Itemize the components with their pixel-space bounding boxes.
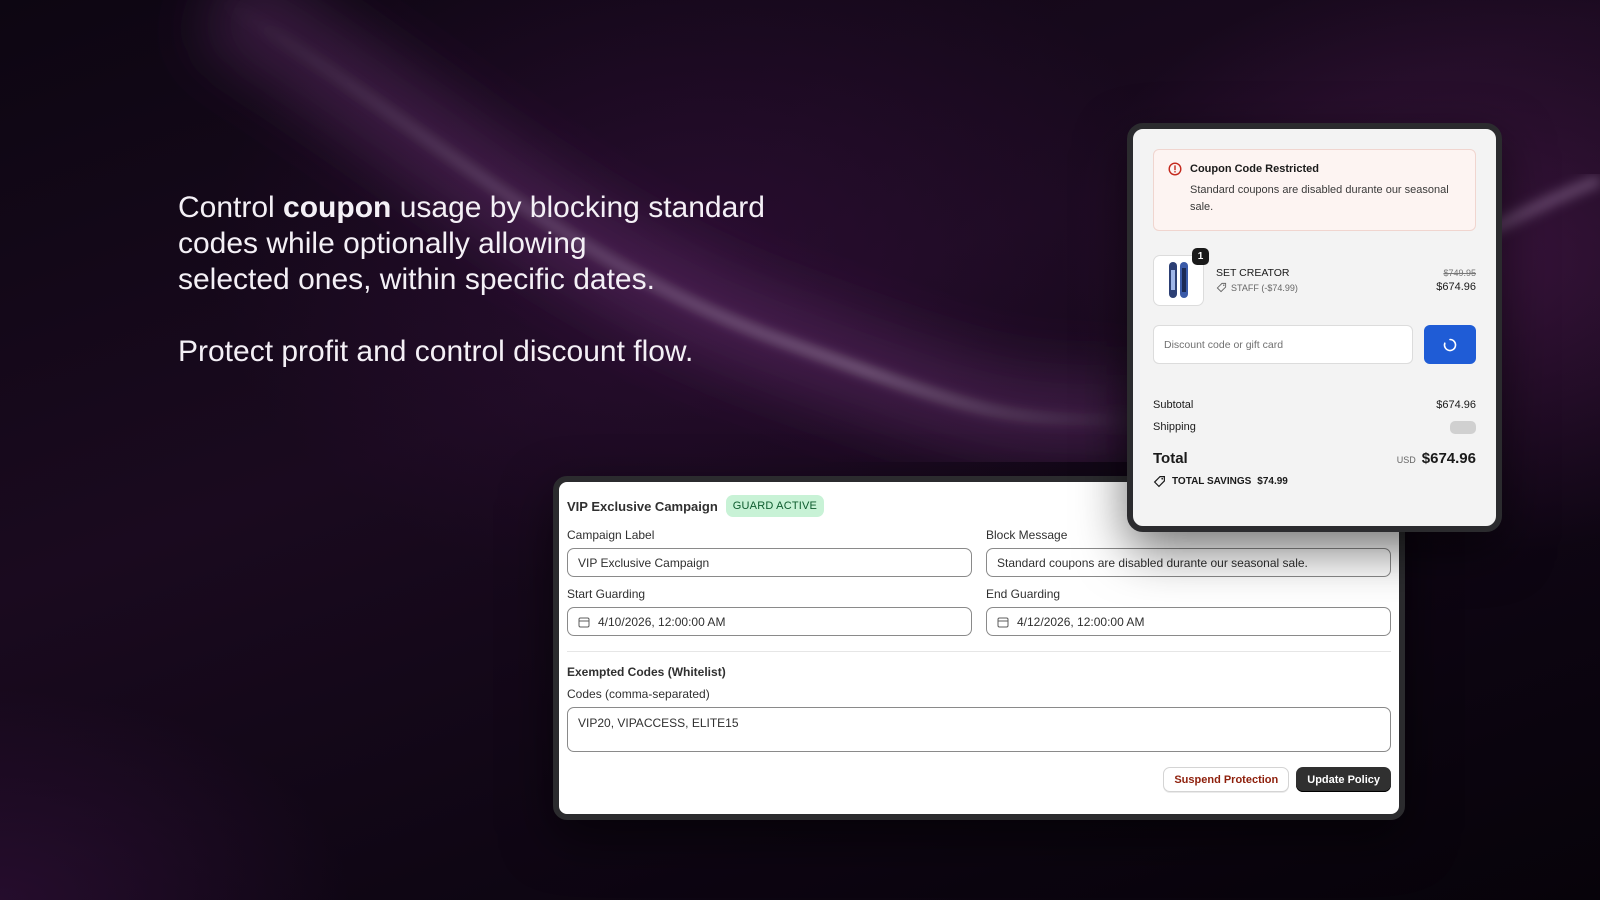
item-prices: $749.95 $674.96 [1436,268,1476,293]
alert-header: Coupon Code Restricted [1168,162,1461,176]
row-dates: Start Guarding 4/10/2026, 12:00:00 AM En… [567,587,1391,636]
section-divider [567,651,1391,652]
shipping-value-placeholder [1450,420,1476,434]
total-amount: USD $674.96 [1397,450,1476,467]
campaign-label-input[interactable]: VIP Exclusive Campaign [567,548,972,577]
spinner-icon [1443,338,1457,351]
price-original: $749.95 [1443,267,1476,278]
row-label-message: Campaign Label VIP Exclusive Campaign Bl… [567,528,1391,577]
subtotal-row: Subtotal $674.96 [1153,394,1476,416]
campaign-label-label: Campaign Label [567,528,655,542]
whitelist-codes-label: Codes (comma-separated) [567,687,710,701]
discount-row: Discount code or gift card [1153,325,1476,364]
whitelist-codes-textarea[interactable]: VIP20, VIPACCESS, ELITE15 [567,707,1391,752]
start-guarding-input[interactable]: 4/10/2026, 12:00:00 AM [567,607,972,636]
hero-line-1: Control coupon usage by blocking standar… [178,191,765,224]
snowboard-icon [1168,262,1188,298]
item-name: SET CREATOR [1216,267,1290,279]
tag-icon [1216,282,1227,293]
hero-keyword: coupon [283,191,392,224]
alert-message: Standard coupons are disabled durante ou… [1190,184,1449,213]
alert-title: Coupon Code Restricted [1190,163,1319,175]
tag-icon [1153,476,1165,488]
end-guarding-label: End Guarding [986,587,1061,601]
start-guarding-field: Start Guarding 4/10/2026, 12:00:00 AM [567,587,972,636]
coupon-restricted-alert: Coupon Code Restricted Standard coupons … [1153,149,1476,231]
start-guarding-label: Start Guarding [567,587,646,601]
suspend-protection-button[interactable]: Suspend Protection [1163,767,1290,792]
currency-code: USD [1396,455,1416,465]
campaign-label-field: Campaign Label VIP Exclusive Campaign [567,528,972,577]
update-policy-button[interactable]: Update Policy [1296,767,1391,792]
total-label: Total [1153,450,1188,467]
product-thumbnail: 1 [1153,247,1209,306]
total-savings: TOTAL SAVINGS $74.99 [1153,475,1476,488]
shipping-label: Shipping [1153,421,1196,433]
panel-title: VIP Exclusive Campaign [567,498,718,514]
calendar-icon [578,617,590,627]
apply-discount-button[interactable] [1424,325,1476,364]
savings-value: $74.99 [1257,476,1288,487]
price-current: $674.96 [1436,280,1476,293]
block-message-field: Block Message Standard coupons are disab… [986,528,1391,577]
hero-line-3: selected ones, within specific dates. [178,263,655,296]
checkout-preview: Coupon Code Restricted Standard coupons … [1127,123,1502,532]
discount-code-input[interactable]: Discount code or gift card [1153,325,1413,364]
hero-line-2: codes while optionally allowing [178,227,587,260]
total-row: Total USD $674.96 [1153,450,1476,467]
block-message-input[interactable]: Standard coupons are disabled durante ou… [986,548,1391,577]
subtotal-value: $674.96 [1436,399,1476,411]
savings-label: TOTAL SAVINGS [1172,476,1252,487]
status-badge: GUARD ACTIVE [725,495,825,517]
total-value: $674.96 [1421,450,1476,467]
subtotal-label: Subtotal [1153,399,1194,411]
item-info: SET CREATOR STAFF (-$74.99) [1216,267,1436,293]
hero-copy: Control coupon usage by blocking standar… [178,190,858,370]
calendar-icon [997,617,1009,627]
alert-circle-icon [1168,162,1182,176]
end-guarding-input[interactable]: 4/12/2026, 12:00:00 AM [986,607,1391,636]
order-summary: Subtotal $674.96 Shipping Total USD $674… [1153,394,1476,488]
shipping-row: Shipping [1153,416,1476,438]
whitelist-section-title: Exempted Codes (Whitelist) [567,665,726,679]
cart-line-item: 1 SET CREATOR STAFF (-$74.99) $749.95 $6… [1153,247,1476,306]
quantity-badge: 1 [1192,247,1209,265]
end-guarding-field: End Guarding 4/12/2026, 12:00:00 AM [986,587,1391,636]
panel-actions: Suspend Protection Update Policy [567,767,1391,792]
item-discount: STAFF (-$74.99) [1216,282,1436,293]
hero-tagline: Protect profit and control discount flow… [178,335,694,368]
